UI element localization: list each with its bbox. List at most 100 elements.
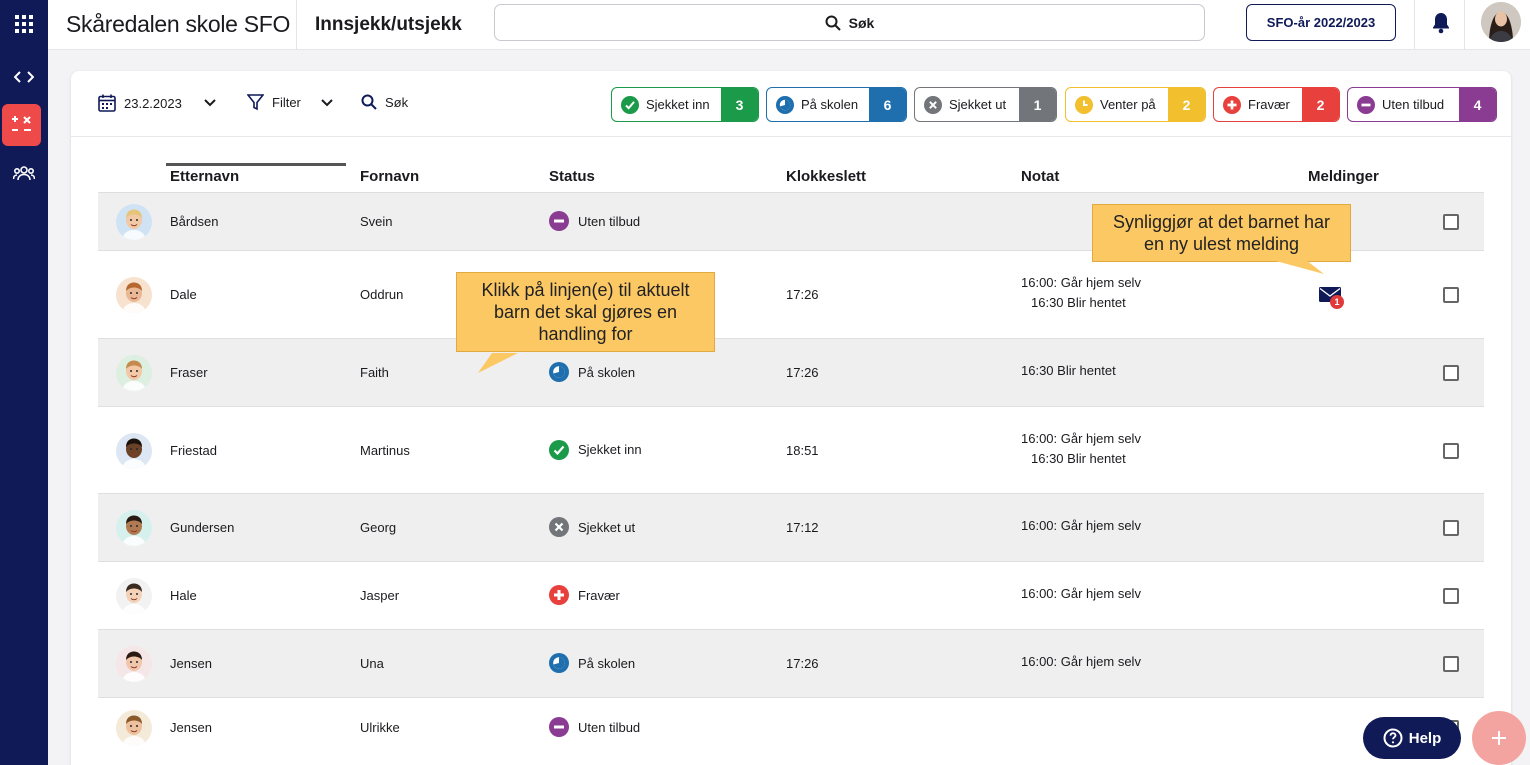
status-text: Uten tilbud [578, 719, 641, 735]
filter-label: Filter [272, 95, 301, 110]
first-name-cell: Georg [360, 520, 397, 535]
row-checkbox[interactable] [1443, 520, 1459, 536]
question-circle-icon [1383, 728, 1403, 748]
plus-icon [1492, 731, 1506, 745]
callout-pointer [478, 353, 518, 373]
child-avatar [116, 277, 152, 313]
school-name: Skåredalen skole SFO [66, 11, 291, 37]
status-cell: Sjekket inn [549, 439, 642, 460]
first-name-cell: Martinus [360, 442, 410, 458]
row-checkbox[interactable] [1443, 287, 1459, 303]
column-header-messages[interactable]: Meldinger [1308, 168, 1379, 185]
row-checkbox[interactable] [1443, 588, 1459, 604]
sort-indicator [166, 163, 346, 166]
status-text: Uten tilbud [578, 213, 641, 229]
table-row[interactable]: Hale Jasper Fravær 16:00: Går hjem selv [98, 561, 1484, 629]
column-header-first-name[interactable]: Fornavn [360, 168, 419, 185]
checkin-card: 23.2.2023 Filter Søk Sjekket inn 3 På skol… [71, 71, 1511, 765]
status-text: Sjekket inn [578, 442, 642, 457]
first-name-cell: Ulrikke [360, 720, 400, 735]
plus-circle-icon [549, 585, 569, 605]
first-name-cell: Faith [360, 365, 389, 380]
status-chip-waiting[interactable]: Venter på 2 [1065, 87, 1206, 122]
at-school-icon [776, 95, 794, 114]
calendar-icon [98, 94, 116, 112]
table-search-label: Søk [385, 94, 409, 110]
status-chip-label: Sjekket inn [612, 88, 721, 121]
first-name-cell: Oddrun [360, 287, 404, 302]
time-cell: 17:12 [786, 520, 819, 535]
row-checkbox[interactable] [1443, 214, 1459, 230]
row-checkbox[interactable] [1443, 442, 1459, 459]
status-text: På skolen [578, 655, 636, 671]
table-row[interactable]: Fraser Faith På skolen 17:26 16:30 Blir hent… [98, 338, 1484, 406]
status-chip-checked-out[interactable]: Sjekket ut 1 [914, 87, 1057, 122]
notes-cell: 16:30 Blir hentet [1021, 361, 1116, 381]
column-header-status[interactable]: Status [549, 168, 595, 185]
notes-cell: 16:00: Går hjem selv [1021, 584, 1141, 604]
first-name-cell: Una [360, 656, 384, 671]
status-chip-label: På skolen [767, 88, 869, 121]
message-hint-callout: Synliggjør at det barnet har en ny ulest… [1092, 204, 1351, 262]
status-chip-count: 6 [869, 88, 906, 121]
status-cell: Fravær [549, 585, 620, 605]
search-icon [361, 94, 377, 110]
status-chip-label: Fravær [1214, 88, 1302, 121]
minus-circle-icon [549, 717, 569, 737]
last-name-cell: Dale [170, 287, 197, 302]
column-header-last-name[interactable]: Etternavn [170, 168, 239, 185]
bell-icon[interactable] [1431, 12, 1451, 39]
unread-message-indicator[interactable]: 1 [1319, 287, 1344, 309]
date-picker[interactable]: 23.2.2023 [98, 94, 216, 112]
toolbar: 23.2.2023 Filter Søk Sjekket inn 3 På skol… [71, 71, 1511, 137]
divider [296, 0, 297, 50]
add-button[interactable] [1472, 711, 1526, 765]
filter-dropdown[interactable]: Filter [247, 94, 333, 111]
status-chip-no-offer[interactable]: Uten tilbud 4 [1347, 87, 1497, 122]
status-chip-absence[interactable]: Fravær 2 [1213, 87, 1340, 122]
global-search-input[interactable]: Søk [494, 4, 1205, 41]
users-group-icon[interactable] [0, 162, 48, 184]
apps-grid-icon[interactable] [0, 12, 48, 36]
status-cell: Uten tilbud [549, 211, 640, 231]
plus-circle-icon [1223, 95, 1241, 114]
minus-circle-icon [1357, 95, 1375, 114]
last-name-cell: Jensen [170, 720, 212, 735]
note-line: 16:00: Går hjem selv [1021, 654, 1141, 669]
global-search-label: Søk [848, 14, 875, 31]
note-line: 16:30 Blir hentet [1021, 363, 1116, 378]
column-header-notes[interactable]: Notat [1021, 168, 1059, 185]
status-chip-checked-in[interactable]: Sjekket inn 3 [611, 87, 759, 122]
last-name-cell: Fraser [170, 365, 208, 380]
table-row[interactable]: Jensen Ulrikke Uten tilbud [98, 697, 1484, 757]
status-text: Fravær [578, 587, 620, 603]
date-value: 23.2.2023 [124, 95, 182, 111]
year-button[interactable]: SFO-år 2022/2023 [1246, 4, 1396, 41]
child-avatar [116, 578, 152, 614]
checklist-icon[interactable] [2, 104, 41, 146]
clock-icon [1075, 95, 1093, 114]
table-row[interactable]: Gundersen Georg Sjekket ut 17:12 16:00: Går … [98, 493, 1484, 561]
table-row[interactable]: Jensen Una På skolen 17:26 16:00: Går hjem s… [98, 629, 1484, 697]
note-line: 16:00: Går hjem selv [1021, 275, 1141, 290]
note-line: 16:30 Blir hentet [1031, 295, 1126, 310]
help-button[interactable]: Help [1363, 717, 1461, 759]
status-chip-at-school[interactable]: På skolen 6 [766, 87, 907, 122]
first-name-cell: Jasper [360, 588, 400, 603]
row-checkbox[interactable] [1443, 656, 1459, 672]
table-row[interactable]: Friestad Martinus Sjekket inn 18:51 16:00: G… [98, 406, 1484, 493]
column-header-time[interactable]: Klokkeslett [786, 168, 866, 185]
divider [1464, 0, 1465, 50]
table-search-button[interactable]: Søk [361, 94, 408, 110]
code-brackets-icon[interactable] [0, 66, 48, 88]
child-avatar [116, 646, 152, 682]
status-chip-label: Sjekket ut [915, 88, 1019, 121]
status-chip-count: 2 [1302, 88, 1339, 121]
first-name-cell: Svein [360, 214, 393, 229]
notes-cell: 16:00: Går hjem selv [1021, 516, 1141, 536]
user-avatar[interactable] [1481, 2, 1521, 42]
chevron-down-icon [204, 99, 216, 107]
row-checkbox[interactable] [1443, 365, 1459, 381]
status-text: På skolen [578, 364, 636, 380]
time-cell: 17:26 [786, 287, 819, 302]
